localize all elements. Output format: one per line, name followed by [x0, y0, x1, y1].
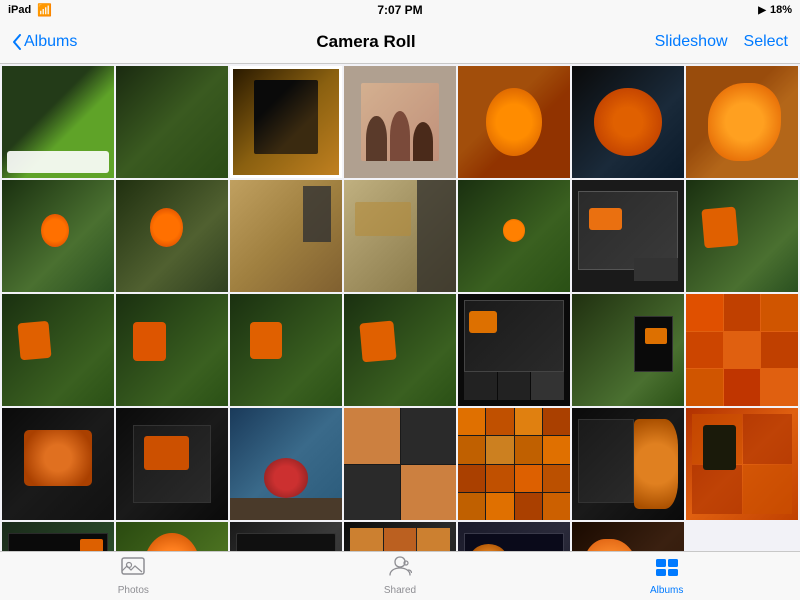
- photo-cell[interactable]: [230, 408, 342, 520]
- tab-shared-label: Shared: [384, 585, 416, 596]
- nav-title: Camera Roll: [316, 32, 415, 52]
- photo-cell[interactable]: [116, 180, 228, 292]
- chevron-left-icon: [12, 34, 22, 50]
- photo-cell[interactable]: [572, 180, 684, 292]
- photo-cell-selected[interactable]: [230, 66, 342, 178]
- photo-cell[interactable]: [686, 294, 798, 406]
- photo-cell[interactable]: [572, 408, 684, 520]
- photo-cell[interactable]: [116, 408, 228, 520]
- photo-cell[interactable]: [686, 180, 798, 292]
- photo-cell[interactable]: [458, 66, 570, 178]
- photo-cell[interactable]: [2, 408, 114, 520]
- back-label: Albums: [24, 33, 77, 51]
- photo-cell[interactable]: [458, 180, 570, 292]
- status-bar: iPad 📶 7:07 PM ▶ 18%: [0, 0, 800, 20]
- photo-grid: [2, 66, 798, 551]
- nav-actions: Slideshow Select: [655, 33, 788, 51]
- photo-cell[interactable]: [572, 522, 684, 551]
- photo-cell[interactable]: [686, 66, 798, 178]
- photo-cell[interactable]: [230, 522, 342, 551]
- arrow-icon: ▶: [758, 5, 766, 16]
- photo-cell[interactable]: [344, 66, 456, 178]
- nav-bar: Albums Camera Roll Slideshow Select: [0, 20, 800, 64]
- photo-cell[interactable]: [344, 408, 456, 520]
- photo-cell[interactable]: [572, 294, 684, 406]
- photo-cell[interactable]: [344, 294, 456, 406]
- photo-cell[interactable]: [686, 408, 798, 520]
- photo-cell[interactable]: [116, 522, 228, 551]
- status-left: iPad 📶: [8, 3, 52, 17]
- tab-albums[interactable]: Albums: [533, 555, 800, 596]
- status-right: ▶ 18%: [758, 4, 792, 16]
- back-button[interactable]: Albums: [12, 33, 77, 51]
- carrier-label: iPad: [8, 4, 31, 16]
- photos-icon: [121, 555, 145, 583]
- tab-photos[interactable]: Photos: [0, 555, 267, 596]
- photo-cell[interactable]: [2, 66, 114, 178]
- tab-albums-label: Albums: [650, 585, 683, 596]
- photo-cell[interactable]: [2, 522, 114, 551]
- photo-cell[interactable]: [2, 294, 114, 406]
- slideshow-button[interactable]: Slideshow: [655, 33, 728, 51]
- tab-photos-label: Photos: [118, 585, 149, 596]
- tab-bar: Photos Shared Albums: [0, 551, 800, 600]
- select-button[interactable]: Select: [744, 33, 788, 51]
- photo-cell[interactable]: [344, 522, 456, 551]
- albums-icon: [655, 555, 679, 583]
- battery-label: 18%: [770, 4, 792, 16]
- photo-cell[interactable]: [458, 408, 570, 520]
- photo-grid-container[interactable]: [0, 64, 800, 551]
- photo-cell[interactable]: [230, 180, 342, 292]
- photo-cell[interactable]: [2, 180, 114, 292]
- photo-cell[interactable]: [230, 294, 342, 406]
- photo-cell[interactable]: [458, 294, 570, 406]
- tab-shared[interactable]: Shared: [267, 555, 534, 596]
- photo-cell[interactable]: [572, 66, 684, 178]
- time-label: 7:07 PM: [377, 3, 422, 17]
- wifi-icon: 📶: [37, 3, 52, 17]
- shared-icon: [388, 555, 412, 583]
- photo-cell[interactable]: [458, 522, 570, 551]
- photo-cell[interactable]: [116, 66, 228, 178]
- photo-cell[interactable]: [116, 294, 228, 406]
- photo-cell[interactable]: [344, 180, 456, 292]
